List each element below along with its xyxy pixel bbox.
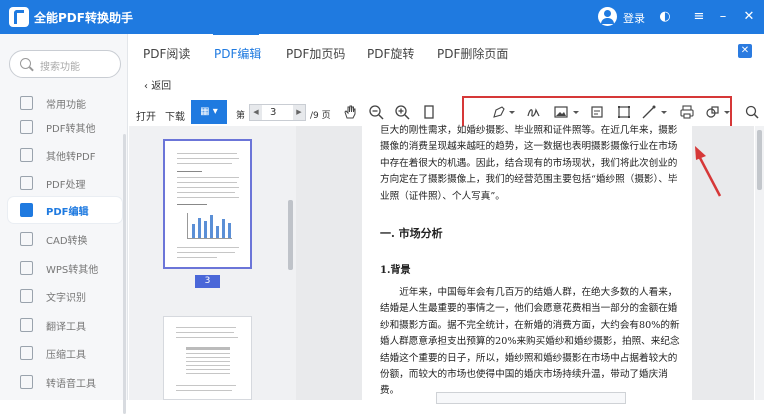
sidebar-item-label: 其他转PDF (46, 152, 96, 163)
wps-icon (20, 261, 33, 275)
page-thumbnail-selected[interactable] (163, 139, 252, 269)
sidebar-item-label: PDF编辑 (46, 207, 89, 218)
pdf-edit-icon (20, 203, 33, 217)
search-icon (20, 58, 31, 69)
document-paragraph: 巨大的刚性需求，如婚纱摄影、毕业照和证件照等。在近几年来，摄影摄像的消费呈现越来… (380, 125, 678, 202)
next-page-icon[interactable]: ▶ (293, 105, 305, 120)
sidebar-item-label: PDF转其他 (46, 124, 96, 135)
pdf-import-icon (20, 148, 33, 162)
login-button[interactable]: 登录 (623, 10, 645, 26)
fit-page-icon[interactable] (421, 104, 437, 120)
sidebar-item-label: 压缩工具 (46, 350, 86, 361)
sidebar-item-speech[interactable]: 转语音工具 (8, 369, 122, 395)
page-number-input[interactable]: ◀ 3 ▶ (249, 104, 306, 121)
document-paragraph: 近年来，中国每年会有几百万的结婚人群，在绝大多数的人看来，结婚是人生最重要的事情… (380, 287, 680, 397)
title-bar: 全能PDF转换助手 登录 ◐ ≡ – ✕ (0, 0, 764, 34)
page-total: /9 页 (310, 111, 331, 121)
thumbnail-scrollbar[interactable] (288, 200, 293, 270)
document-heading: 一. 市场分析 (380, 227, 443, 240)
sidebar-item-ocr[interactable]: 文字识别 (8, 283, 122, 309)
document-figure (436, 392, 626, 404)
tab-pdf-read[interactable]: PDF阅读 (143, 45, 190, 62)
thumbnail-view-button[interactable]: ▦ ▾ (191, 100, 227, 124)
sidebar: 搜索功能 常用功能 PDF转其他 其他转PDF PDF处理 PDF编辑 CAD转… (0, 34, 128, 414)
sidebar-item-pdf-process[interactable]: PDF处理 (8, 170, 122, 196)
ocr-icon (20, 289, 33, 303)
menu-icon[interactable]: ≡ (690, 8, 708, 26)
sidebar-item-translate[interactable]: 翻译工具 (8, 312, 122, 338)
sidebar-item-pdf-edit[interactable]: PDF编辑 (8, 197, 122, 223)
tab-pdf-edit[interactable]: PDF编辑 (214, 45, 261, 62)
document-page: 巨大的刚性需求，如婚纱摄影、毕业照和证件照等。在近几年来，摄影摄像的消费呈现越来… (362, 125, 692, 404)
tab-bar: PDF阅读 PDF编辑 PDF加页码 PDF旋转 PDF删除页面 (129, 34, 764, 70)
sidebar-item-common[interactable]: 常用功能 (8, 90, 122, 116)
compress-icon (20, 346, 33, 360)
speech-icon (20, 375, 33, 389)
download-button[interactable]: 下载 (165, 108, 185, 123)
sidebar-item-label: 文字识别 (46, 293, 86, 304)
star-icon (20, 96, 33, 110)
page-number-badge: 3 (195, 275, 220, 288)
close-window-icon[interactable]: ✕ (740, 8, 758, 26)
page-thumbnail[interactable] (163, 316, 252, 400)
tab-pdf-page-number[interactable]: PDF加页码 (286, 45, 345, 62)
app-title: 全能PDF转换助手 (34, 11, 133, 25)
search-input[interactable]: 搜索功能 (9, 50, 121, 78)
translate-icon (20, 318, 33, 332)
open-button[interactable]: 打开 (136, 108, 156, 123)
active-tab-indicator (213, 33, 259, 35)
sidebar-item-compress[interactable]: 压缩工具 (8, 340, 122, 366)
tab-pdf-rotate[interactable]: PDF旋转 (367, 45, 414, 62)
grid-icon: ▦ ▾ (200, 106, 218, 117)
back-button[interactable]: ‹ 返回 (144, 77, 171, 92)
sidebar-item-other-to-pdf[interactable]: 其他转PDF (8, 142, 122, 168)
zoom-in-icon[interactable] (394, 104, 410, 120)
minimize-icon[interactable]: – (714, 8, 732, 26)
sidebar-item-wps[interactable]: WPS转其他 (8, 255, 122, 281)
sidebar-item-label: 翻译工具 (46, 322, 86, 333)
search-placeholder: 搜索功能 (40, 62, 80, 73)
prev-page-icon[interactable]: ◀ (250, 105, 262, 120)
app-logo-icon (9, 7, 29, 27)
annotation-arrow-icon (695, 146, 722, 197)
close-panel-icon[interactable]: ✕ (738, 44, 752, 58)
pdf-export-icon (20, 120, 33, 134)
sidebar-item-label: PDF处理 (46, 180, 86, 191)
zoom-out-icon[interactable] (368, 104, 384, 120)
skin-icon[interactable]: ◐ (656, 8, 674, 26)
sidebar-item-label: WPS转其他 (46, 265, 99, 276)
sidebar-scrollbar[interactable] (123, 134, 126, 414)
user-avatar-icon[interactable] (598, 7, 617, 26)
search-doc-icon[interactable] (744, 104, 760, 120)
back-label: 返回 (151, 81, 172, 92)
sidebar-item-label: CAD转换 (46, 236, 88, 247)
pdf-process-icon (20, 176, 33, 190)
cad-icon (20, 232, 33, 246)
sidebar-item-cad[interactable]: CAD转换 (8, 226, 122, 252)
sidebar-item-label: 转语音工具 (46, 379, 96, 390)
hand-tool-icon[interactable] (342, 104, 358, 120)
sidebar-item-label: 常用功能 (46, 100, 86, 111)
page-number-value: 3 (270, 107, 277, 118)
thumbnail-chart (187, 213, 232, 239)
page-prefix: 第 (236, 111, 246, 121)
document-subheading: 1.背景 (380, 265, 411, 276)
document-scrollbar[interactable] (755, 126, 764, 400)
tab-pdf-delete-page[interactable]: PDF删除页面 (437, 45, 508, 62)
sidebar-item-pdf-to-other[interactable]: PDF转其他 (8, 114, 122, 140)
